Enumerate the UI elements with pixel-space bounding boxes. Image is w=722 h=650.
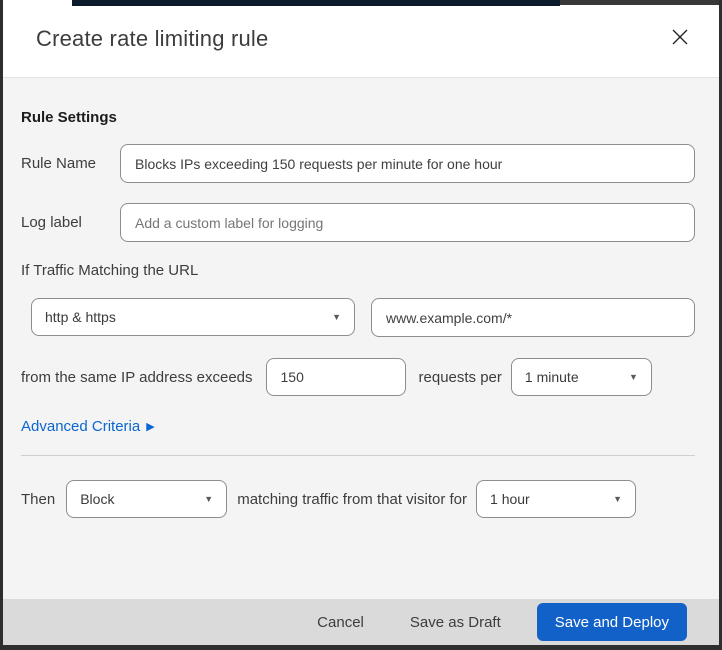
- scheme-select-value: http & https: [45, 309, 116, 325]
- dialog-body: Rule Settings Rule Name Log label If Tra…: [3, 78, 719, 599]
- rule-name-row: Rule Name: [21, 144, 695, 183]
- close-button[interactable]: [667, 24, 693, 53]
- chevron-down-icon: ▼: [332, 311, 341, 322]
- action-row: Then Block ▼ matching traffic from that …: [21, 480, 695, 518]
- create-rate-limiting-rule-dialog: Create rate limiting rule Rule Settings …: [0, 0, 722, 650]
- advanced-criteria-link[interactable]: Advanced Criteria ▶: [21, 418, 155, 435]
- dialog-title: Create rate limiting rule: [36, 25, 269, 51]
- log-label-row: Log label: [21, 203, 695, 242]
- chevron-down-icon: ▼: [204, 493, 214, 504]
- action-select-value: Block: [80, 491, 115, 507]
- rule-settings-heading: Rule Settings: [21, 109, 117, 126]
- then-label: Then: [21, 490, 56, 508]
- dialog-footer: Cancel Save as Draft Save and Deploy: [3, 599, 719, 645]
- rule-name-input[interactable]: [120, 144, 695, 183]
- url-pattern-input[interactable]: [371, 298, 695, 337]
- top-edge-navy-strip: [72, 0, 560, 6]
- threshold-row: from the same IP address exceeds request…: [21, 358, 695, 396]
- period-select-value: 1 minute: [524, 369, 579, 385]
- advanced-criteria-label: Advanced Criteria: [21, 418, 141, 435]
- duration-select-value: 1 hour: [490, 491, 530, 507]
- close-icon: [671, 28, 689, 49]
- period-select[interactable]: 1 minute ▼: [510, 358, 652, 396]
- log-label-input[interactable]: [120, 203, 695, 242]
- duration-select[interactable]: 1 hour ▼: [476, 480, 637, 518]
- top-edge-gray-strip: [560, 0, 719, 5]
- section-divider: [21, 455, 695, 456]
- cancel-button[interactable]: Cancel: [307, 608, 374, 637]
- action-select[interactable]: Block ▼: [66, 480, 228, 518]
- threshold-prefix-text: from the same IP address exceeds: [21, 368, 253, 386]
- requests-per-text: requests per: [418, 368, 502, 386]
- rule-name-label: Rule Name: [21, 155, 97, 172]
- save-as-draft-button[interactable]: Save as Draft: [400, 608, 511, 637]
- scheme-select[interactable]: http & https ▼: [31, 298, 355, 336]
- save-and-deploy-button[interactable]: Save and Deploy: [536, 603, 687, 641]
- arrow-right-icon: ▶: [146, 421, 155, 433]
- traffic-match-heading: If Traffic Matching the URL: [21, 262, 199, 279]
- action-middle-text: matching traffic from that visitor for: [237, 490, 468, 508]
- chevron-down-icon: ▼: [613, 493, 623, 504]
- log-label-label: Log label: [21, 214, 82, 231]
- chevron-down-icon: ▼: [628, 371, 638, 382]
- dialog-header: Create rate limiting rule: [3, 0, 719, 78]
- request-count-input[interactable]: [265, 358, 406, 396]
- url-match-row: http & https ▼: [31, 298, 695, 337]
